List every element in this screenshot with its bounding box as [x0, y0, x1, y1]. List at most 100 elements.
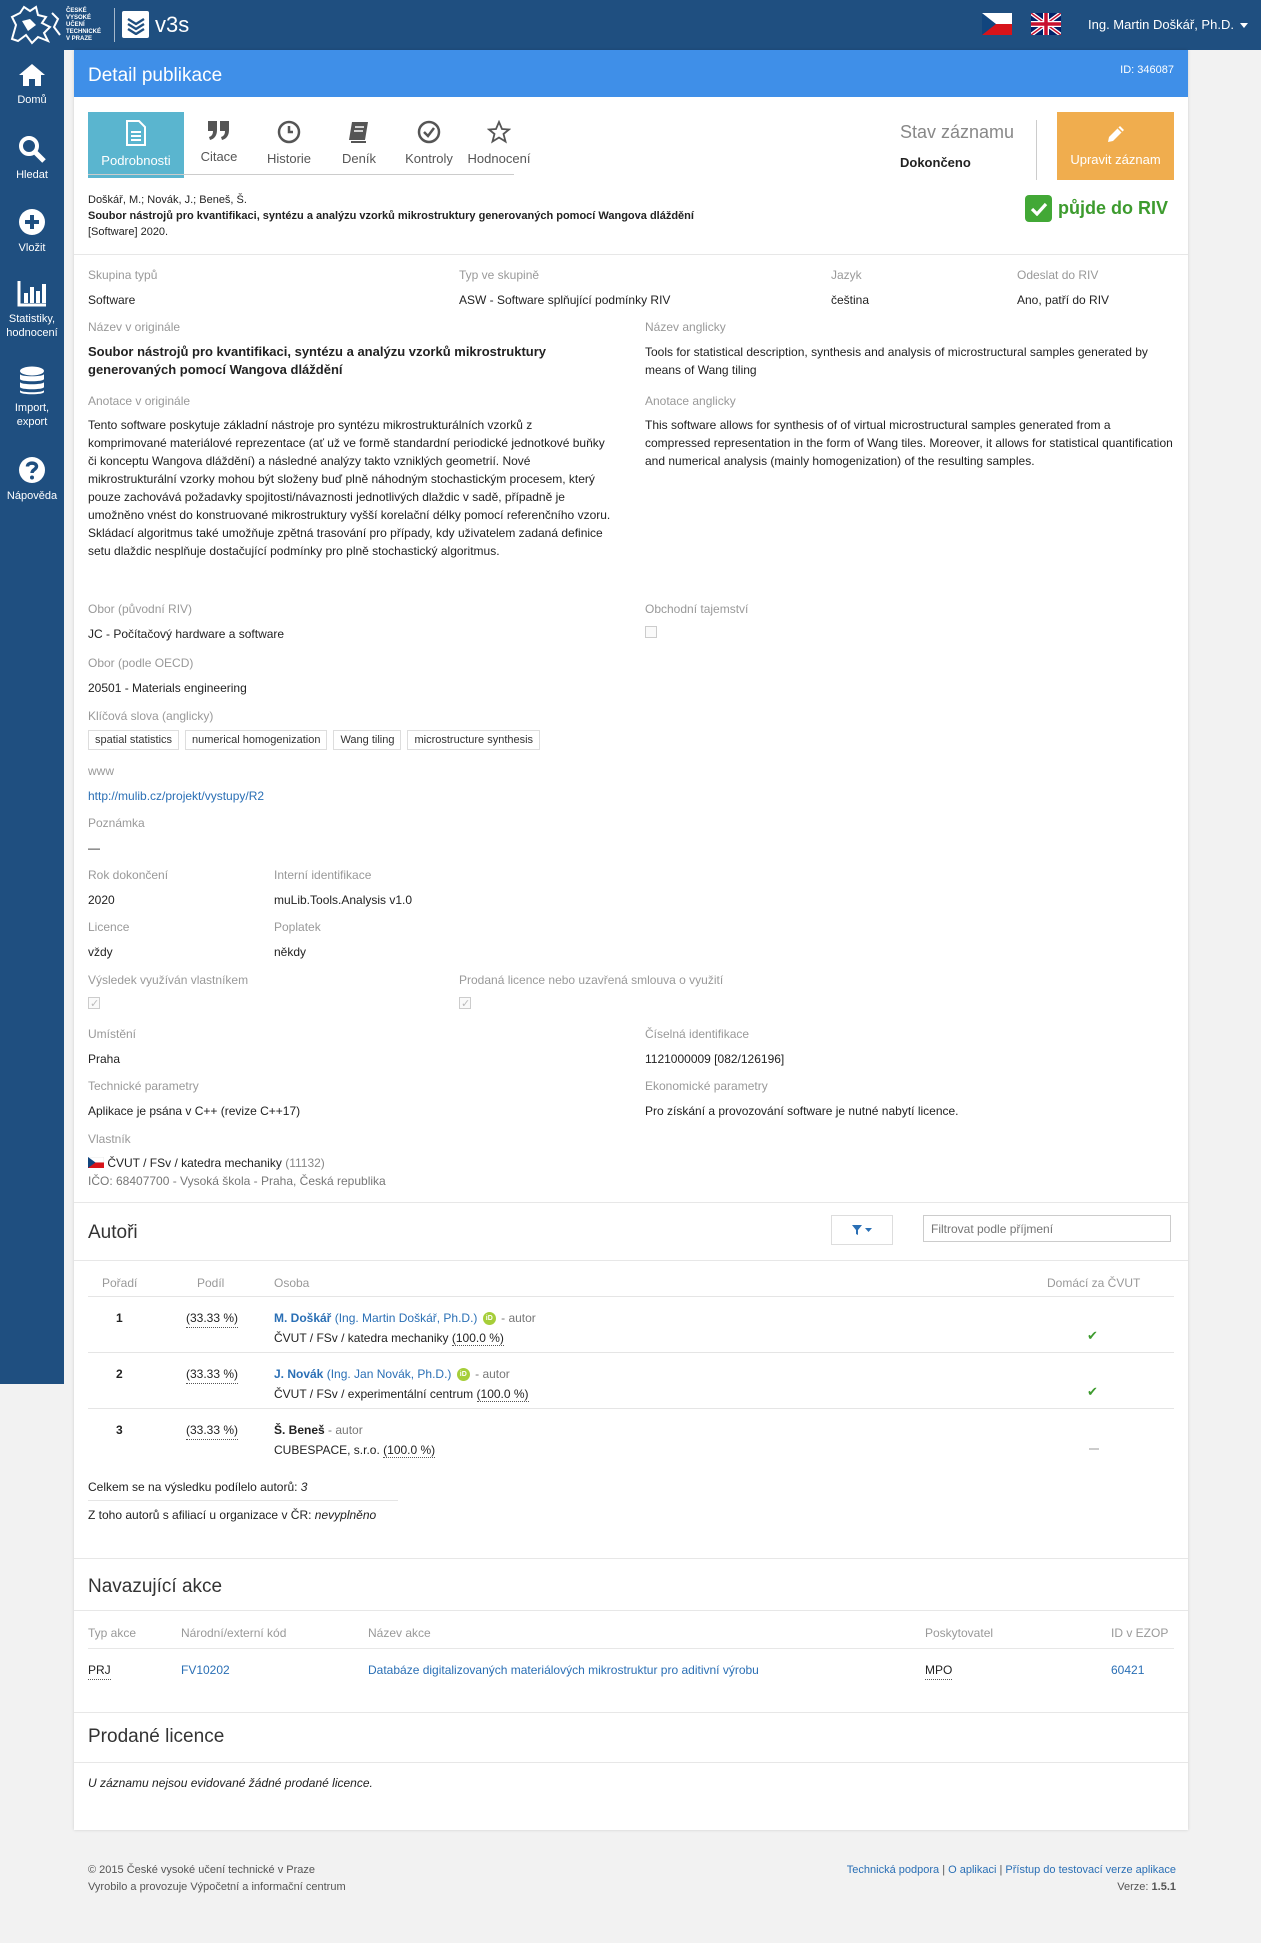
author-link[interactable]: J. Novák [274, 1367, 323, 1381]
col-header-poradi: Pořadí [102, 1276, 138, 1290]
actions-section-title: Navazující akce [88, 1576, 223, 1597]
tab-podrobnosti[interactable]: Podrobnosti [88, 112, 184, 178]
field-typ-ve-skupine: Typ ve skupině ASW - Software splňující p… [459, 268, 671, 307]
field-odeslat-do-riv: Odeslat do RIV Ano, patří do RIV [1017, 268, 1110, 307]
row-separator [88, 1296, 1174, 1297]
affiliation-share[interactable]: (100.0 %) [476, 1387, 529, 1402]
sidebar-item-import-export[interactable]: Import, export [0, 366, 64, 429]
record-state-value: Dokončeno [900, 155, 971, 170]
action-provider[interactable]: MPO [925, 1661, 953, 1680]
action-code-link[interactable]: FV10202 [181, 1661, 230, 1679]
field-poplatek: Poplatek někdy [274, 920, 321, 959]
citation-title: Soubor nástrojů pro kvantifikaci, syntéz… [88, 210, 694, 222]
author-share[interactable]: (33.33 %) [186, 1309, 239, 1328]
app-logo[interactable]: v3s [122, 11, 189, 38]
col-header-typ: Typ akce [88, 1626, 137, 1640]
sidebar-item-label: Hledat [16, 169, 48, 181]
tab-kontroly[interactable]: Kontroly [394, 112, 464, 178]
sidebar-item-statistics[interactable]: Statistiky, hodnocení [0, 279, 64, 340]
tab-denik[interactable]: Deník [324, 112, 394, 178]
author-filter-input[interactable] [923, 1215, 1171, 1242]
database-icon [20, 366, 44, 395]
divider [74, 1260, 1188, 1261]
orcid-icon[interactable]: iD [482, 1312, 496, 1326]
czech-flag-icon[interactable] [982, 13, 1012, 35]
sidebar: Domů Hledat Vložit Statistiky, hodnocení… [0, 50, 64, 1384]
col-header-poskytovatel: Poskytovatel [925, 1626, 994, 1640]
cvut-logo[interactable]: České vysoké učení technické v Praze [8, 5, 108, 45]
footer-links: Technická podpora | O aplikaci | Přístup… [846, 1864, 1176, 1893]
author-link[interactable]: M. Doškář [274, 1311, 331, 1325]
author-full-name[interactable]: (Ing. Martin Doškář, Ph.D.) [335, 1311, 478, 1325]
author-order: 2 [116, 1367, 123, 1381]
plus-circle-icon [19, 209, 45, 235]
licence-sold-checkbox: ✓ [459, 997, 471, 1010]
action-type[interactable]: PRJ [88, 1661, 111, 1680]
field-www: www http://mulib.cz/projekt/vystupy/R2 [88, 764, 265, 803]
col-header-osoba: Osoba [274, 1276, 310, 1290]
footer: © 2015 České vysoké učení technické v Pr… [88, 1862, 1176, 1896]
record-state: Stav záznamu Dokončeno [900, 122, 1030, 170]
col-header-podil: Podíl [197, 1276, 225, 1290]
orcid-icon[interactable]: iD [456, 1368, 470, 1382]
divider [74, 1610, 1188, 1611]
citation: Doškář, M.; Novák, J.; Beneš, Š. Soubor … [88, 192, 848, 240]
action-ezop-link[interactable]: 60421 [1111, 1661, 1144, 1679]
sidebar-item-label: Vložit [18, 242, 46, 254]
about-link[interactable]: O aplikaci [948, 1864, 996, 1876]
divider [74, 1202, 1188, 1203]
licences-section-title: Prodané licence [88, 1726, 225, 1747]
uk-flag-icon[interactable] [1031, 13, 1061, 35]
field-nazev-anglicky: Název anglicky Tools for statistical desc… [645, 320, 1148, 377]
sidebar-item-label: Import, [14, 402, 50, 414]
user-menu[interactable]: Ing. Martin Doškář, Ph.D. [1088, 17, 1248, 32]
keyword-tag: numerical homogenization [185, 730, 328, 750]
citation-suffix: [Software] 2020. [88, 226, 169, 238]
clock-icon [277, 120, 301, 144]
tab-historie[interactable]: Historie [254, 112, 324, 178]
caret-down-icon [865, 1228, 872, 1232]
field-licence: Licence vždy [88, 920, 130, 959]
czech-flag-icon [87, 1156, 105, 1168]
sidebar-item-insert[interactable]: Vložit [0, 208, 64, 255]
author-share[interactable]: (33.33 %) [186, 1421, 239, 1440]
filter-button[interactable] [831, 1215, 893, 1245]
field-vlastnik: Vlastník ČVUT / FSv / katedra mechaniky … [87, 1132, 588, 1190]
bar-chart-icon [17, 281, 46, 307]
edit-record-button[interactable]: Upravit záznam [1057, 112, 1174, 180]
sidebar-item-help[interactable]: Nápověda [0, 456, 64, 503]
tab-label: Kontroly [405, 151, 453, 166]
owner-org-code: (11132) [285, 1156, 325, 1170]
tab-hodnoceni[interactable]: Hodnocení [464, 112, 534, 178]
author-role: - autor [501, 1311, 536, 1325]
tab-label: Historie [266, 151, 312, 166]
support-link[interactable]: Technická podpora [847, 1864, 939, 1876]
logo-divider [114, 8, 115, 42]
affiliation-share[interactable]: (100.0 %) [383, 1443, 436, 1458]
lion-emblem-icon [10, 5, 61, 45]
row-separator [88, 1500, 398, 1501]
action-name-link[interactable]: Databáze digitalizovaných materiálových … [368, 1661, 759, 1679]
field-anotace-originale: Anotace v originále Tento software poskyt… [88, 394, 611, 558]
field-umisteni: Umístění Praha [88, 1027, 137, 1066]
author-share[interactable]: (33.33 %) [186, 1365, 239, 1384]
author-full-name[interactable]: (Ing. Jan Novák, Ph.D.) [327, 1367, 452, 1381]
tab-citace[interactable]: Citace [184, 112, 254, 178]
sidebar-item-home[interactable]: Domů [0, 62, 64, 107]
sidebar-item-search[interactable]: Hledat [0, 135, 64, 182]
check-circle-icon [417, 120, 441, 144]
author-role: - autor [475, 1367, 510, 1381]
field-obor-oecd: Obor (podle OECD) 20501 - Materials engin… [88, 656, 247, 695]
tab-label: Podrobnosti [101, 153, 171, 168]
author-row: M. Doškář (Ing. Martin Doškář, Ph.D.) iD… [274, 1309, 536, 1327]
www-link[interactable]: http://mulib.cz/projekt/vystupy/R2 [88, 789, 264, 803]
test-version-link[interactable]: Přístup do testovací verze aplikace [1005, 1864, 1176, 1876]
field-jazyk: Jazyk čeština [831, 268, 870, 307]
star-icon [487, 120, 511, 144]
caret-down-icon [1239, 23, 1248, 29]
version-value: 1.5.1 [1151, 1881, 1176, 1893]
col-header-nazev: Název akce [368, 1626, 431, 1640]
home-icon [19, 64, 45, 86]
affiliation-share[interactable]: (100.0 %) [451, 1331, 504, 1346]
owner-ico: IČO: 68407700 - Vysoká škola - Praha, Če… [88, 1174, 386, 1188]
